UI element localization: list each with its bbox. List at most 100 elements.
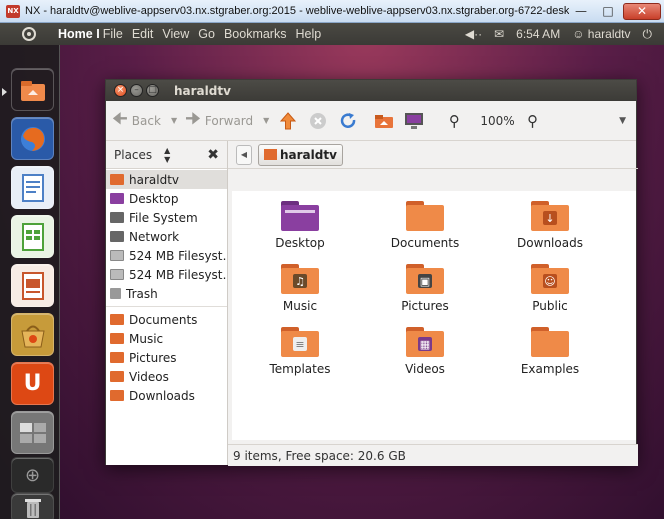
home-button[interactable]: [373, 110, 395, 132]
close-button[interactable]: ✕: [623, 2, 661, 20]
sidebar-item-drive-1[interactable]: 524 MB Filesyst…: [106, 246, 227, 265]
folder-public[interactable]: ☺ Public: [500, 264, 600, 313]
launcher-home-folder[interactable]: [11, 68, 54, 111]
nx-window-title: NX - haraldtv@weblive-appserv03.nx.stgra…: [25, 5, 569, 17]
maximize-button[interactable]: □: [596, 3, 620, 20]
sidebar-item-desktop[interactable]: Desktop: [106, 189, 227, 208]
folder-documents[interactable]: Documents: [375, 201, 475, 250]
launcher-calc[interactable]: [11, 215, 54, 258]
sidebar-item-label: 524 MB Filesyst…: [129, 248, 227, 263]
examples-folder-icon: [531, 327, 569, 357]
firefox-icon: [20, 126, 45, 151]
sidebar-item-label: Desktop: [129, 191, 179, 206]
templates-emblem: ≡: [293, 337, 307, 351]
launcher-applications[interactable]: ⊕: [11, 457, 54, 493]
stop-button[interactable]: [307, 110, 329, 132]
launcher-writer[interactable]: [11, 166, 54, 209]
folder-templates[interactable]: ≡ Templates: [250, 327, 350, 376]
folder-label: Public: [532, 299, 568, 313]
launcher: U ⊕: [0, 45, 60, 519]
trash-icon: [110, 288, 121, 299]
clock[interactable]: 6:54 AM: [516, 27, 560, 41]
sidebar-item-drive-2[interactable]: 524 MB Filesyst…: [106, 265, 227, 284]
toolbar-overflow-icon[interactable]: ▼: [619, 116, 626, 126]
folder-music[interactable]: ♫ Music: [250, 264, 350, 313]
downloads-icon: [110, 390, 124, 401]
forward-dropdown-icon[interactable]: ▼: [263, 116, 269, 125]
sidebar-item-music[interactable]: Music: [106, 329, 227, 348]
window-minimize-button[interactable]: –: [130, 84, 143, 97]
writer-icon: [21, 173, 44, 202]
menu-file[interactable]: File: [103, 27, 123, 41]
back-dropdown-icon[interactable]: ▼: [171, 116, 177, 125]
templates-folder-icon: ≡: [281, 327, 319, 357]
reload-button[interactable]: [337, 110, 359, 132]
sidebar-item-trash[interactable]: Trash: [106, 284, 227, 303]
zoom-out-button[interactable]: ⚲: [443, 110, 465, 132]
sidebar-item-home[interactable]: haraldtv: [106, 170, 227, 189]
sidebar-item-downloads[interactable]: Downloads: [106, 386, 227, 405]
folder-videos[interactable]: ▦ Videos: [375, 327, 475, 376]
launcher-ubuntu-one[interactable]: U: [11, 362, 54, 405]
launcher-firefox[interactable]: [11, 117, 54, 160]
videos-icon: [110, 371, 124, 382]
sidebar-item-network[interactable]: Network: [106, 227, 227, 246]
sidebar-item-label: Music: [129, 331, 164, 346]
sidebar-item-label: Videos: [129, 369, 169, 384]
home-folder-icon: [20, 80, 45, 101]
ubuntu-logo-icon: [22, 27, 36, 41]
sidebar-close-icon[interactable]: ✖: [207, 147, 219, 163]
network-icon: [110, 231, 124, 242]
home-icon: [375, 114, 394, 128]
sidebar-item-filesystem[interactable]: File System: [106, 208, 227, 227]
dash-button[interactable]: [0, 23, 58, 45]
nx-window-titlebar[interactable]: NX NX - haraldtv@weblive-appserv03.nx.st…: [0, 0, 664, 23]
forward-button[interactable]: 🠊 Forward ▼: [185, 106, 269, 135]
launcher-software-center[interactable]: [11, 313, 54, 356]
up-button[interactable]: [277, 110, 299, 132]
home-icon: [110, 174, 124, 185]
impress-icon: [21, 271, 44, 300]
location-bar: ◀ haraldtv: [228, 141, 638, 169]
menu-help[interactable]: Help: [295, 27, 321, 41]
computer-button[interactable]: [403, 110, 425, 132]
sidebar-item-documents[interactable]: Documents: [106, 310, 227, 329]
volume-icon[interactable]: ◀··: [465, 27, 482, 41]
launcher-workspace-switcher[interactable]: [11, 411, 54, 454]
launcher-impress[interactable]: [11, 264, 54, 307]
places-dropdown-icon[interactable]: ▲ ▼: [164, 146, 170, 164]
folder-downloads[interactable]: ↓ Downloads: [500, 201, 600, 250]
window-title: haraldtv: [174, 83, 231, 98]
pictures-folder-icon: ▣: [406, 264, 444, 294]
launcher-trash[interactable]: [11, 493, 54, 519]
window-maximize-button[interactable]: □: [146, 84, 159, 97]
breadcrumb-home[interactable]: haraldtv: [258, 143, 343, 166]
zoom-level: 100%: [480, 113, 515, 128]
sidebar-item-videos[interactable]: Videos: [106, 367, 227, 386]
user-menu[interactable]: ☺ haraldtv: [572, 27, 630, 41]
mail-icon[interactable]: ✉: [494, 27, 504, 41]
menu-edit[interactable]: Edit: [132, 27, 154, 41]
music-icon: [110, 333, 124, 344]
folder-desktop[interactable]: Desktop: [250, 201, 350, 250]
sidebar-item-pictures[interactable]: Pictures: [106, 348, 227, 367]
menu-bookmarks[interactable]: Bookmarks: [224, 27, 287, 41]
menu-go[interactable]: Go: [198, 27, 215, 41]
folder-examples[interactable]: Examples: [500, 327, 600, 376]
path-back-button[interactable]: ◀: [236, 144, 252, 165]
sidebar-item-label: Trash: [126, 286, 158, 301]
zoom-in-button[interactable]: ⚲: [522, 110, 544, 132]
minimize-button[interactable]: —: [569, 3, 593, 20]
zoom-out-icon: ⚲: [448, 111, 460, 130]
back-button[interactable]: 🠈 Back ▼: [112, 106, 177, 135]
folder-pictures[interactable]: ▣ Pictures: [375, 264, 475, 313]
window-close-button[interactable]: ×: [114, 84, 127, 97]
power-icon[interactable]: ⏻: [643, 27, 653, 42]
file-manager-titlebar[interactable]: × – □ haraldtv: [106, 80, 636, 101]
places-selector[interactable]: Places: [114, 148, 152, 162]
public-emblem: ☺: [543, 274, 557, 288]
ubuntu-one-icon: U: [23, 371, 42, 396]
sidebar-item-label: Documents: [129, 312, 198, 327]
app-name: Home I: [58, 27, 100, 41]
menu-view[interactable]: View: [162, 27, 189, 41]
